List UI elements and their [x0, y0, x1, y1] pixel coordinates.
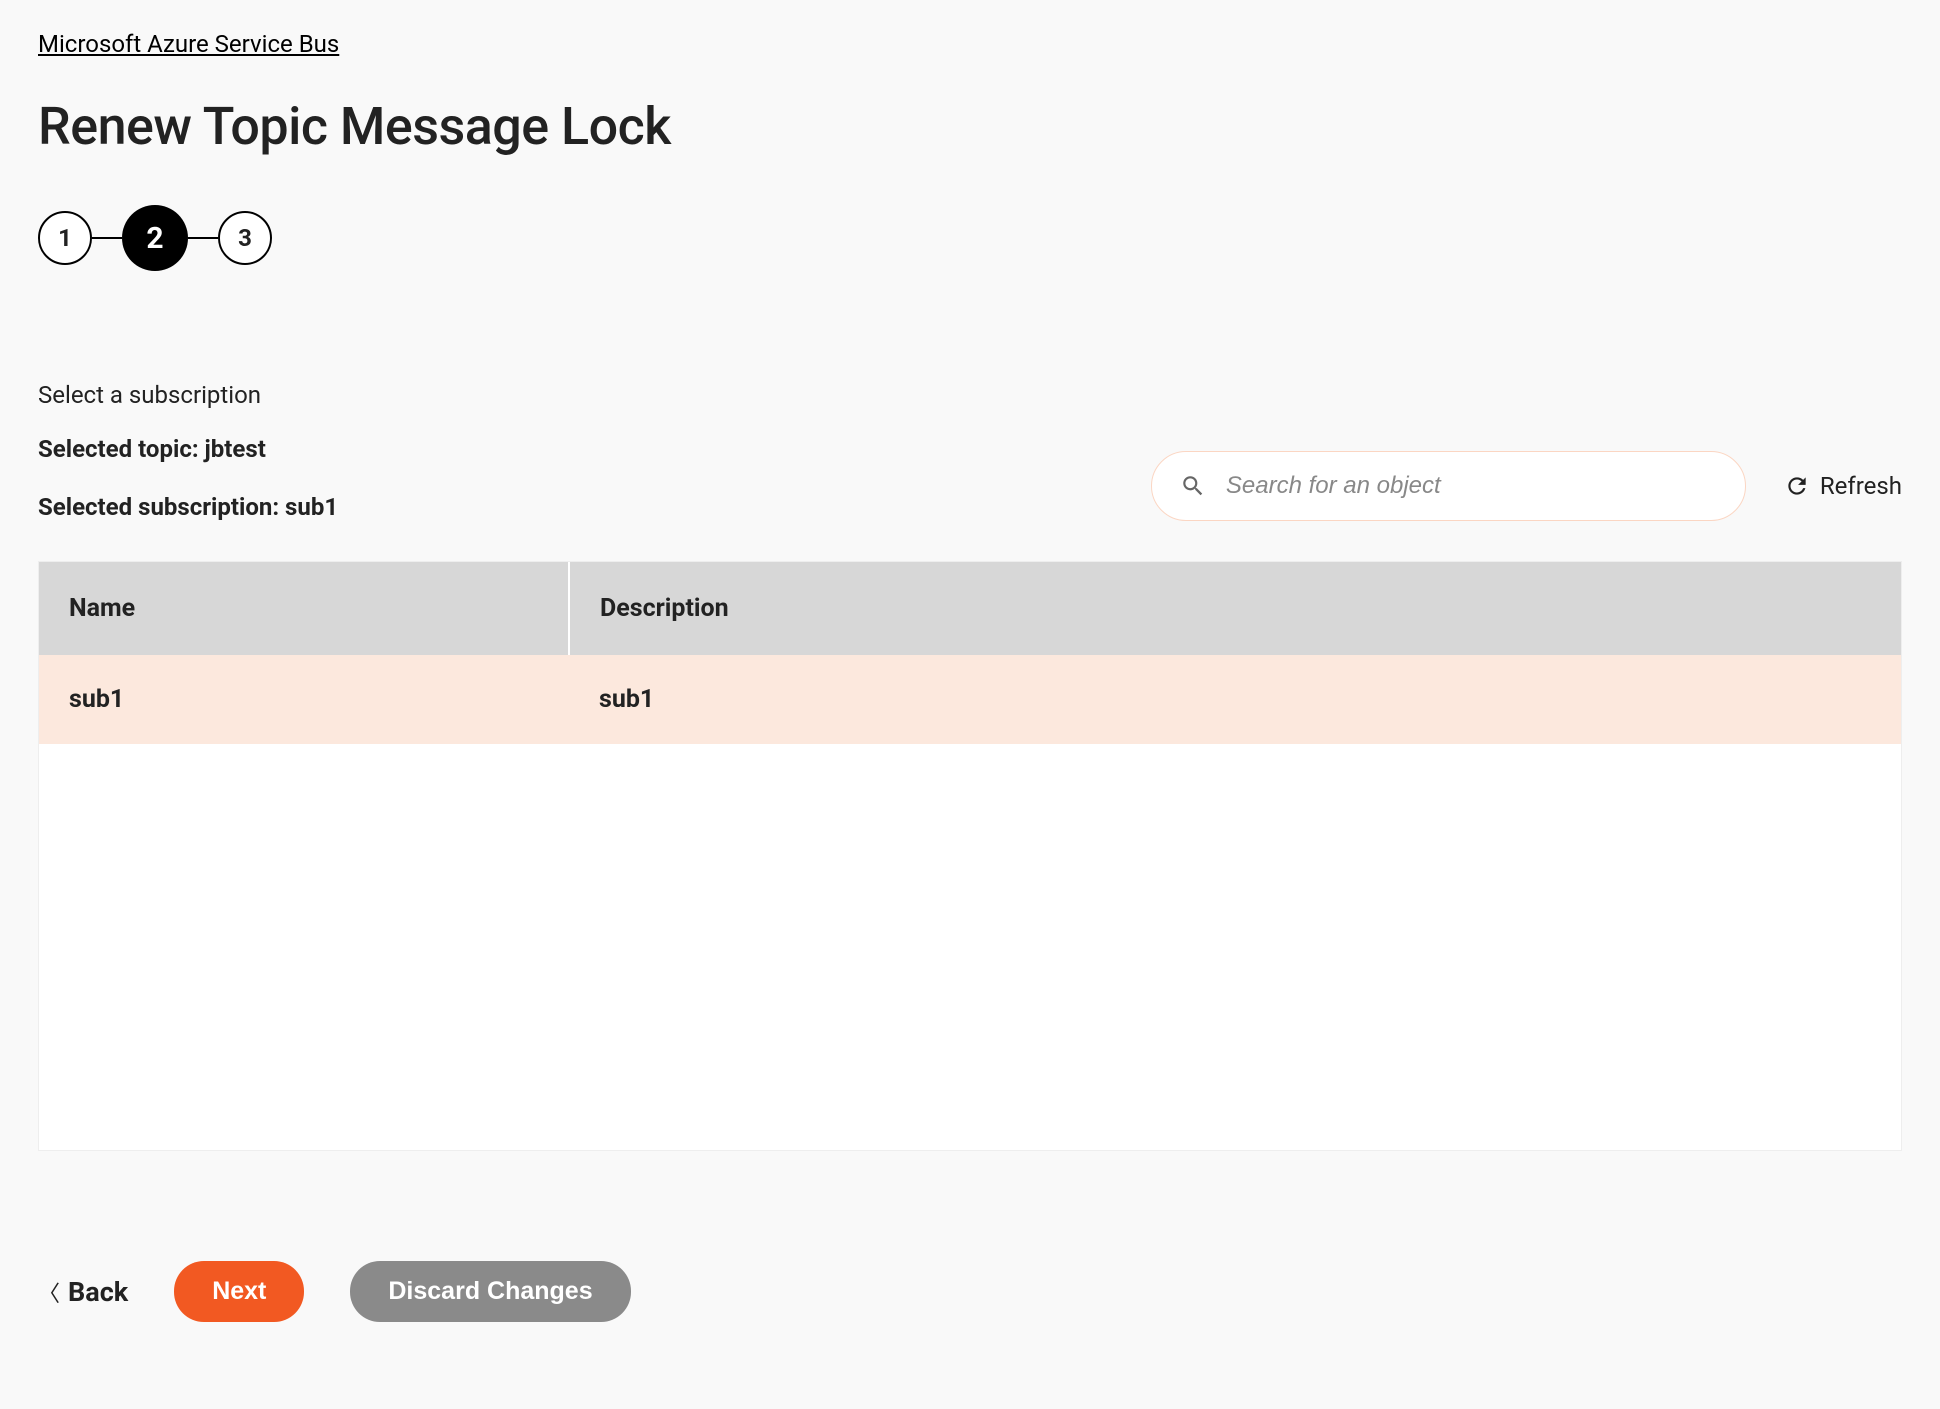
footer: 〈 Back Next Discard Changes: [38, 1261, 1902, 1322]
refresh-icon: [1784, 473, 1810, 499]
next-button[interactable]: Next: [174, 1261, 304, 1322]
step-1[interactable]: 1: [38, 211, 92, 265]
selected-topic: Selected topic: jbtest: [38, 435, 1151, 463]
step-line: [92, 237, 122, 239]
refresh-label: Refresh: [1820, 472, 1902, 500]
stepper: 1 2 3: [38, 205, 1902, 271]
discard-button[interactable]: Discard Changes: [350, 1261, 630, 1322]
chevron-left-icon: 〈: [38, 1276, 60, 1308]
page-title: Renew Topic Message Lock: [38, 96, 1902, 157]
back-button[interactable]: 〈 Back: [38, 1276, 128, 1308]
col-header-name[interactable]: Name: [39, 562, 569, 655]
section-label: Select a subscription: [38, 381, 1151, 409]
step-3[interactable]: 3: [218, 211, 272, 265]
step-line: [188, 237, 218, 239]
back-label: Back: [68, 1276, 128, 1308]
cell-name: sub1: [39, 655, 569, 744]
search-input[interactable]: [1226, 472, 1717, 500]
refresh-button[interactable]: Refresh: [1784, 472, 1902, 500]
col-header-description[interactable]: Description: [569, 562, 1901, 655]
search-icon: [1180, 473, 1206, 499]
cell-description: sub1: [569, 655, 1901, 744]
selected-subscription: Selected subscription: sub1: [38, 493, 1151, 521]
search-box[interactable]: [1151, 451, 1746, 521]
table-row[interactable]: sub1 sub1: [39, 655, 1901, 744]
breadcrumb-link[interactable]: Microsoft Azure Service Bus: [38, 30, 339, 58]
subscription-table: Name Description sub1 sub1: [38, 561, 1902, 1151]
step-2[interactable]: 2: [122, 205, 188, 271]
